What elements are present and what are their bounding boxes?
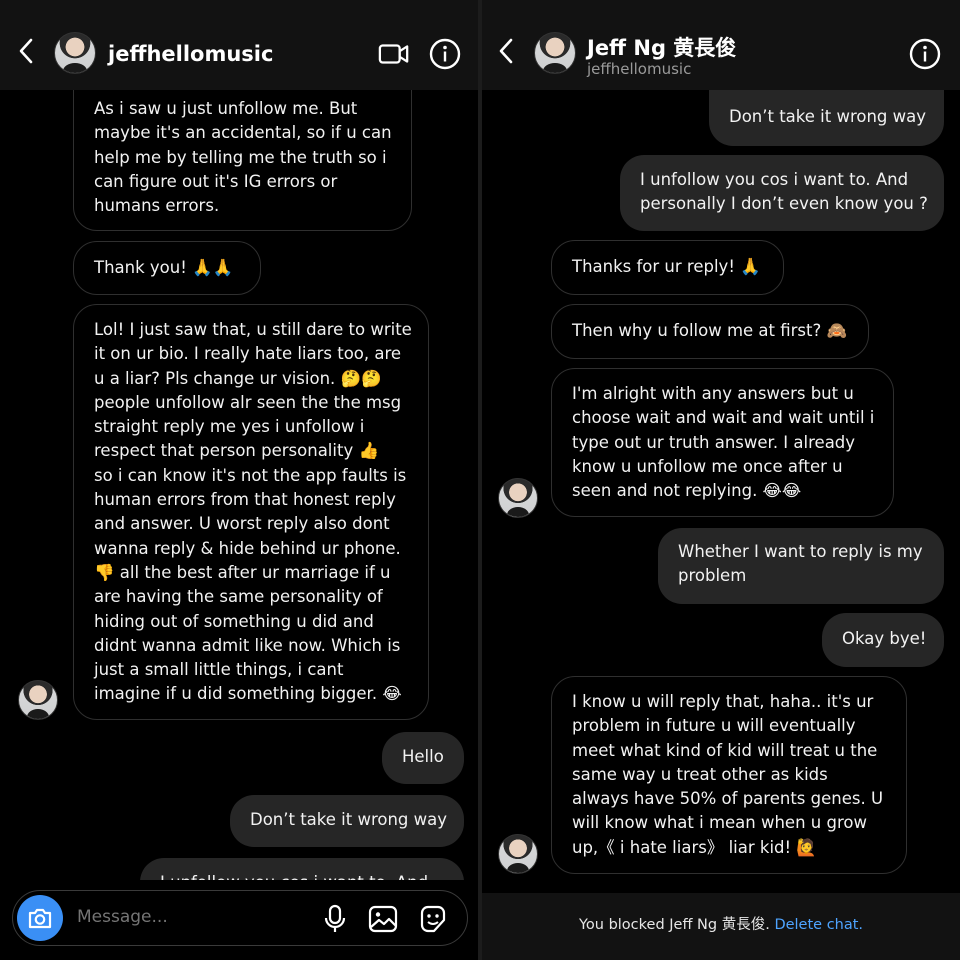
blocked-notice: You blocked Jeff Ng 黄長俊. Delete chat.: [482, 893, 960, 960]
sticker-icon[interactable]: [417, 903, 449, 935]
message-input[interactable]: [77, 907, 277, 927]
message-bubble[interactable]: I know u will reply that, haha.. it's ur…: [551, 676, 907, 874]
message-composer: [12, 890, 468, 946]
message-bubble[interactable]: Don’t take it wrong way: [230, 795, 464, 847]
message-bubble[interactable]: Whether I want to reply is my problem: [658, 528, 944, 604]
video-call-icon[interactable]: [378, 38, 412, 70]
back-arrow-icon[interactable]: [16, 36, 38, 66]
message-bubble[interactable]: As i saw u just unfollow me. But maybe i…: [73, 80, 412, 231]
chat-header: jeffhellomusic: [0, 0, 478, 90]
message-bubble[interactable]: I unfollow you cos i want to. And person…: [620, 155, 944, 231]
message-bubble[interactable]: Then why u follow me at first? 🙈: [551, 304, 869, 359]
avatar[interactable]: [534, 32, 576, 74]
message-bubble[interactable]: Thank you! 🙏🙏: [73, 241, 261, 295]
blocked-text: You blocked Jeff Ng 黄長俊.: [578, 917, 770, 933]
chat-header: Jeff Ng 黄長俊 jeffhellomusic: [482, 0, 960, 90]
camera-button[interactable]: [17, 895, 63, 941]
sender-avatar[interactable]: [18, 680, 58, 720]
contact-username: jeffhellomusic: [587, 60, 692, 78]
contact-username[interactable]: jeffhellomusic: [108, 42, 273, 66]
sender-avatar[interactable]: [498, 478, 538, 518]
left-chat-panel: jeffhellomusic As i saw u just unfollow …: [0, 0, 478, 960]
info-icon[interactable]: [429, 38, 461, 70]
message-bubble[interactable]: Hello: [382, 732, 464, 784]
message-bubble[interactable]: I'm alright with any answers but u choos…: [551, 368, 894, 517]
sender-avatar[interactable]: [498, 834, 538, 874]
camera-icon: [28, 908, 52, 929]
info-icon[interactable]: [909, 38, 941, 70]
back-arrow-icon[interactable]: [496, 36, 518, 66]
microphone-icon[interactable]: [319, 903, 351, 935]
avatar[interactable]: [54, 32, 96, 74]
right-chat-panel: Jeff Ng 黄長俊 jeffhellomusic Don’t take it…: [482, 0, 960, 960]
contact-name[interactable]: Jeff Ng 黄長俊: [587, 32, 736, 62]
message-bubble[interactable]: Lol! I just saw that, u still dare to wr…: [73, 304, 429, 720]
gallery-icon[interactable]: [367, 903, 399, 935]
message-bubble[interactable]: Okay bye!: [822, 613, 944, 667]
message-bubble[interactable]: Thanks for ur reply! 🙏: [551, 240, 784, 295]
delete-chat-link[interactable]: Delete chat.: [774, 917, 863, 933]
